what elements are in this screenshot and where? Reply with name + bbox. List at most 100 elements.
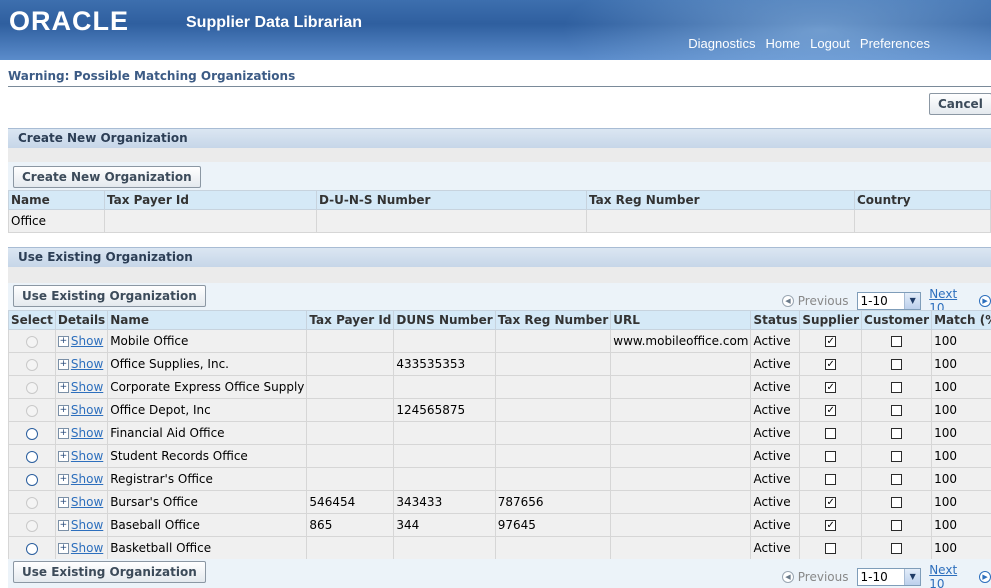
show-details-link[interactable]: Show [71,334,103,348]
expand-plus-icon[interactable]: + [57,428,69,439]
show-details-link[interactable]: Show [71,357,103,371]
table-row: + Show Corporate Express Office Supply Acti… [8,375,991,399]
cell-match: 100 [931,467,991,491]
cell-duns [393,536,496,560]
cell-tax-reg [494,536,612,560]
show-details-link[interactable]: Show [71,403,103,417]
app-header: ORACLE Supplier Data Librarian Diagnosti… [0,0,991,60]
previous-arrow-icon: ◀ [782,295,794,307]
next-arrow-icon[interactable]: ▶ [979,571,991,583]
table-row: + Show Basketball Office Active 100 [8,536,991,560]
use-existing-organization-button-bottom[interactable]: Use Existing Organization [13,561,206,583]
show-details-link[interactable]: Show [71,380,103,394]
cell-url [610,490,752,514]
next-10-link-bottom[interactable]: Next 10 [929,563,975,588]
show-details-link[interactable]: Show [71,541,103,555]
expand-plus-icon[interactable]: + [57,405,69,416]
col-duns-number: D-U-N-S Number [316,190,587,210]
cell-duns: 433535353 [393,352,496,376]
customer-checkbox [891,474,903,485]
cell-tax-reg [494,329,612,353]
expand-plus-icon[interactable]: + [57,543,69,554]
expand-plus-icon[interactable]: + [57,382,69,393]
existing-organization-table: Select Details Name Tax Payer Id DUNS Nu… [8,310,991,560]
supplier-checkbox [825,428,837,439]
cell-customer [861,352,933,376]
expand-plus-icon[interactable]: + [57,497,69,508]
show-details-link[interactable]: Show [71,472,103,486]
cell-status: Active [750,490,801,514]
logout-link[interactable]: Logout [810,36,850,51]
show-details-link[interactable]: Show [71,449,103,463]
select-radio[interactable] [25,542,38,555]
cell-supplier [799,421,863,445]
cell-details: + Show [54,421,109,445]
preferences-link[interactable]: Preferences [860,36,930,51]
cell-duns [393,444,496,468]
chevron-down-icon: ▼ [904,569,921,585]
cell-name: Student Records Office [107,444,308,468]
col-tax-payer-id: Tax Payer Id [104,190,317,210]
cell-tax-payer-id [306,536,395,560]
diagnostics-link[interactable]: Diagnostics [688,36,755,51]
show-details-link[interactable]: Show [71,518,103,532]
cell-tax-payer-id [104,209,317,233]
expand-plus-icon[interactable]: + [57,474,69,485]
range-select-top[interactable]: 1-10 ▼ [856,292,922,310]
table-row: + Show Mobile Office www.mobileoffice.com Ac… [8,329,991,353]
create-section-spacer [8,148,991,162]
table-row: + Show Baseball Office 865 344 97645 Active ✓ 10… [8,513,991,537]
expand-plus-icon[interactable]: + [57,359,69,370]
cell-status: Active [750,467,801,491]
page-title: Warning: Possible Matching Organizations [8,69,296,83]
cell-supplier: ✓ [799,398,863,422]
home-link[interactable]: Home [765,36,800,51]
select-radio[interactable] [25,427,38,440]
table-row: + Show Student Records Office Active 100 [8,444,991,468]
cell-select [8,352,56,376]
supplier-checkbox: ✓ [825,359,837,370]
cancel-button[interactable]: Cancel [929,93,991,115]
expand-plus-icon[interactable]: + [57,336,69,347]
title-divider [8,86,991,87]
cell-status: Active [750,329,801,353]
cell-name: Office Depot, Inc [107,398,308,422]
select-radio [25,335,38,348]
cell-status: Active [750,536,801,560]
customer-checkbox [891,336,903,347]
customer-checkbox [891,543,903,554]
cell-tax-payer-id [306,352,395,376]
next-arrow-icon[interactable]: ▶ [979,295,991,307]
cell-select [8,536,56,560]
cell-details: + Show [54,536,109,560]
cell-supplier [799,467,863,491]
select-radio [25,358,38,371]
previous-arrow-icon: ◀ [782,571,794,583]
cell-customer [861,398,933,422]
select-radio[interactable] [25,473,38,486]
create-organization-table: Name Tax Payer Id D-U-N-S Number Tax Reg… [8,190,991,233]
cell-name: Bursar's Office [107,490,308,514]
existing-section-header: Use Existing Organization [8,247,991,267]
cell-customer [861,329,933,353]
show-details-link[interactable]: Show [71,495,103,509]
cell-select [8,329,56,353]
col-tax-payer-id: Tax Payer Id [306,310,395,330]
create-new-organization-button[interactable]: Create New Organization [13,166,201,188]
cell-details: + Show [54,444,109,468]
show-details-link[interactable]: Show [71,426,103,440]
use-existing-organization-button-top[interactable]: Use Existing Organization [13,285,206,307]
col-tax-reg-number: Tax Reg Number [586,190,855,210]
cell-url [610,375,752,399]
customer-checkbox [891,382,903,393]
range-select-bottom[interactable]: 1-10 ▼ [856,568,922,586]
expand-plus-icon[interactable]: + [57,451,69,462]
select-radio[interactable] [25,450,38,463]
cell-supplier: ✓ [799,329,863,353]
expand-plus-icon[interactable]: + [57,520,69,531]
supplier-checkbox: ✓ [825,382,837,393]
cell-duns: 124565875 [393,398,496,422]
previous-label: Previous [797,294,849,308]
cell-match: 100 [931,536,991,560]
cell-tax-reg [494,352,612,376]
